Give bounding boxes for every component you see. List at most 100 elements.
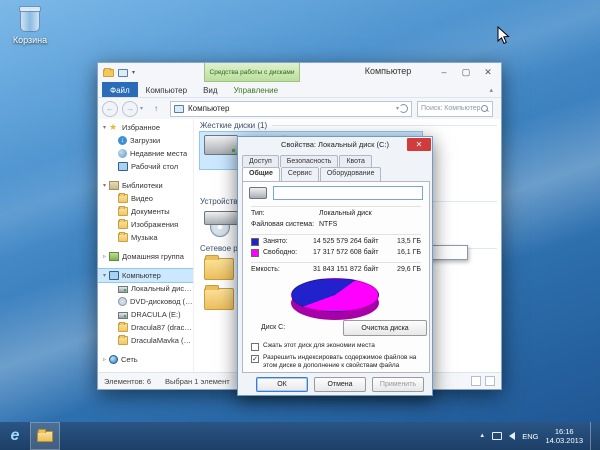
sidebar-item-recent[interactable]: Недавние места (98, 147, 193, 160)
compress-checkbox[interactable] (251, 343, 259, 351)
ribbon-collapse-icon[interactable]: ▴ (489, 86, 493, 94)
close-button[interactable]: ✕ (477, 63, 499, 81)
sidebar-item-downloads[interactable]: ↓ Загрузки (98, 134, 193, 147)
ok-button[interactable]: ОК (256, 377, 308, 392)
used-bytes: 14 525 579 264 байт (313, 238, 378, 245)
back-button[interactable]: ← (102, 101, 118, 117)
type-value: Локальный диск (319, 210, 372, 217)
apply-button[interactable]: Применить (372, 377, 424, 392)
address-bar[interactable]: Компьютер ▾ (170, 101, 412, 117)
thumbnails-view-icon[interactable] (485, 376, 495, 386)
sidebar-item-computer[interactable]: ▾ Компьютер (98, 269, 193, 282)
search-icon (481, 105, 488, 112)
disk-caption: Диск C: (261, 324, 285, 331)
disk-cleanup-button[interactable]: Очистка диска (343, 320, 427, 336)
used-swatch (251, 238, 259, 246)
sidebar-item-homegroup[interactable]: ▹ Домашняя группа (98, 250, 193, 263)
tab-tools[interactable]: Сервис (281, 167, 319, 181)
maximize-button[interactable]: ▢ (455, 63, 477, 81)
homegroup-icon (109, 252, 119, 261)
filesystem-label: Файловая система: (251, 221, 314, 228)
drive-mini-icon (249, 187, 267, 199)
sidebar-item-videos[interactable]: Видео (98, 192, 193, 205)
disk-icon (118, 312, 128, 319)
tab-file[interactable]: Файл (102, 82, 138, 97)
ribbon-tabs: Файл Компьютер Вид Управление ▴ (98, 82, 501, 98)
index-checkbox-row[interactable]: ✓ Разрешить индексировать содержимое фай… (251, 354, 423, 370)
taskbar-clock[interactable]: 16:16 14.03.2013 (545, 427, 583, 445)
tab-quota[interactable]: Квота (339, 155, 371, 167)
history-dropdown-icon[interactable]: ▾ (140, 105, 143, 112)
properties-qat-icon[interactable] (118, 69, 128, 77)
system-tray: ▲ ENG 16:16 14.03.2013 (479, 422, 600, 450)
hard-drive-icon (204, 135, 238, 155)
compress-checkbox-row[interactable]: Сжать этот диск для экономии места (251, 342, 423, 351)
sidebar-item-local-disk-c[interactable]: Локальный диск (C:) (98, 282, 193, 295)
system-menu-icon[interactable] (103, 69, 114, 77)
sidebar-item-draculamavka-share[interactable]: DraculaMavka (dracula-pc) (98, 334, 193, 347)
tab-view[interactable]: Вид (195, 82, 225, 97)
sidebar-item-network[interactable]: ▹ Сеть (98, 353, 193, 366)
up-button[interactable]: ↑ (148, 101, 164, 116)
group-header-hard-disks[interactable]: Жесткие диски (1) (200, 121, 497, 130)
search-box[interactable] (417, 101, 493, 117)
hidden-icons-chevron-icon[interactable]: ▲ (479, 433, 485, 439)
show-desktop-button[interactable] (590, 422, 596, 450)
expander-icon[interactable]: ▹ (100, 253, 109, 260)
recent-places-icon (118, 149, 127, 158)
contextual-tab-header[interactable]: Средства работы с дисками (204, 63, 300, 82)
volume-tray-icon[interactable] (509, 432, 515, 440)
sidebar-item-libraries[interactable]: ▾ Библиотеки (98, 179, 193, 192)
network-icon (109, 355, 118, 364)
expander-icon[interactable]: ▾ (100, 272, 109, 279)
qat-dropdown-icon[interactable]: ▾ (132, 69, 135, 76)
sidebar-item-music[interactable]: Музыка (98, 231, 193, 244)
tab-hardware[interactable]: Оборудование (320, 167, 382, 181)
details-view-icon[interactable] (471, 376, 481, 386)
type-label: Тип: (251, 210, 265, 217)
used-label: Занято: (263, 238, 288, 245)
dialog-close-button[interactable]: ✕ (407, 138, 431, 151)
general-tab-page: Тип: Локальный диск Файловая система: NT… (242, 181, 430, 373)
navigation-bar: ← → ▾ ↑ Компьютер ▾ (98, 98, 501, 119)
desktop-icon (118, 162, 128, 171)
search-input[interactable] (421, 105, 481, 112)
explorer-titlebar: ▾ Средства работы с дисками Компьютер – … (98, 63, 501, 82)
tab-computer[interactable]: Компьютер (138, 82, 195, 97)
taskbar: e ▲ ENG 16:16 14.03.2013 (0, 422, 600, 450)
index-checkbox[interactable]: ✓ (251, 355, 259, 363)
expander-icon[interactable]: ▾ (100, 124, 109, 131)
refresh-icon[interactable] (399, 104, 408, 113)
sidebar-item-dvd-d[interactable]: DVD-дисковод (D:) DRACULA (98, 295, 193, 308)
sidebar-item-desktop[interactable]: Рабочий стол (98, 160, 193, 173)
sidebar-item-pictures[interactable]: Изображения (98, 218, 193, 231)
recycle-bin[interactable]: Корзина (8, 8, 52, 45)
cancel-button[interactable]: Отмена (314, 377, 366, 392)
sidebar-item-favorites[interactable]: ▾ ★ Избранное (98, 121, 193, 134)
minimize-button[interactable]: – (433, 63, 455, 81)
ie-icon: e (11, 428, 20, 444)
pie-chart (291, 278, 379, 312)
expander-icon[interactable]: ▾ (100, 182, 109, 189)
volume-name-input[interactable] (273, 186, 423, 200)
tab-manage[interactable]: Управление (226, 82, 286, 97)
network-tray-icon[interactable] (492, 432, 502, 440)
sidebar-item-dracula-e[interactable]: DRACULA (E:) (98, 308, 193, 321)
disk-icon (118, 286, 128, 293)
sidebar-item-dracula87-share[interactable]: Dracula87 (dracula-pc) (98, 321, 193, 334)
desktop: Корзина ▾ Средства работы с дисками Комп… (0, 0, 600, 450)
internet-explorer-taskbar-icon[interactable]: e (0, 422, 30, 450)
tab-security[interactable]: Безопасность (280, 155, 339, 167)
language-indicator[interactable]: ENG (522, 432, 538, 441)
tab-general[interactable]: Общие (242, 167, 280, 181)
capacity-label: Емкость: (251, 266, 280, 273)
dialog-title: Свойства: Локальный диск (C:) (238, 140, 432, 149)
tab-sharing[interactable]: Доступ (242, 155, 279, 167)
downloads-icon: ↓ (118, 136, 127, 145)
sidebar-item-documents[interactable]: Документы (98, 205, 193, 218)
capacity-gb: 29,6 ГБ (397, 266, 421, 273)
expander-icon[interactable]: ▹ (100, 356, 109, 363)
file-explorer-taskbar-icon[interactable] (30, 422, 60, 450)
forward-button[interactable]: → (122, 101, 138, 117)
breadcrumb[interactable]: Компьютер (188, 104, 229, 113)
